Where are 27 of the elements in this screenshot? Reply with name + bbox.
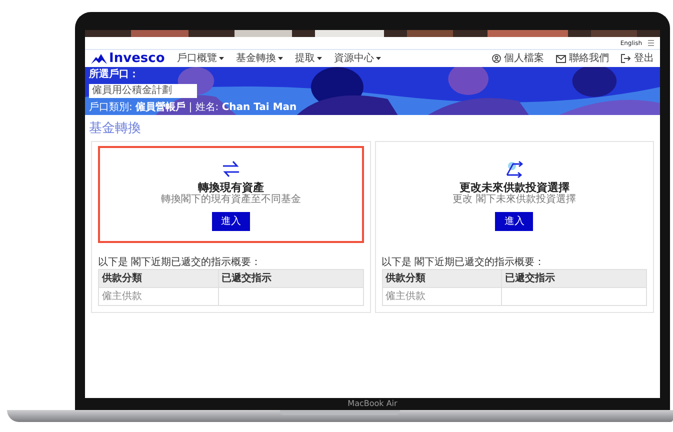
column-header: 已遞交指示 bbox=[218, 269, 363, 288]
enter-button[interactable]: 進入 bbox=[495, 212, 534, 231]
column-header: 供款分類 bbox=[382, 269, 502, 288]
card-subtitle: 轉換閣下的現有資產至不同基金 bbox=[160, 194, 301, 206]
enter-button[interactable]: 進入 bbox=[212, 212, 250, 231]
nav-menu-item[interactable]: 提取 bbox=[294, 54, 322, 64]
logo-text: Invesco bbox=[109, 50, 165, 68]
account-info: 戶口類別: 僱員營帳戶 | 姓名: Chan Tai Man bbox=[89, 102, 297, 113]
column-header: 供款分類 bbox=[98, 269, 218, 288]
card-title: 更改未來供款投資選擇 bbox=[459, 180, 570, 194]
nav-action-link[interactable]: 個人檔案 bbox=[492, 54, 544, 64]
account-label: 所選戶口： bbox=[89, 69, 139, 80]
card-subtitle: 更改 閣下未來供款投資選擇 bbox=[452, 194, 576, 206]
nav-menu-item[interactable]: 資源中心 bbox=[334, 54, 381, 64]
nav-menu-item[interactable]: 基金轉換 bbox=[236, 54, 283, 64]
table-cell: 僱主供款 bbox=[382, 287, 502, 306]
column-header: 已遞交指示 bbox=[502, 269, 646, 288]
card-title: 轉換現有資產 bbox=[198, 180, 264, 194]
nav-action-link[interactable]: 聯絡我們 bbox=[556, 54, 609, 64]
account-field[interactable]: 僱員用公積金計劃 bbox=[89, 84, 197, 98]
nav-action-link[interactable]: 登出 bbox=[621, 54, 654, 64]
nav-menu-item[interactable]: 戶口概覽 bbox=[176, 54, 224, 64]
page-title: 基金轉換 bbox=[88, 120, 142, 138]
summary-title: 以下是 閣下近期已遞交的指示概要： bbox=[98, 256, 262, 269]
device-label: MacBook Air bbox=[348, 398, 398, 410]
table-cell: 僱主供款 bbox=[98, 287, 218, 306]
summary-title: 以下是 閣下近期已遞交的指示概要： bbox=[382, 256, 546, 269]
